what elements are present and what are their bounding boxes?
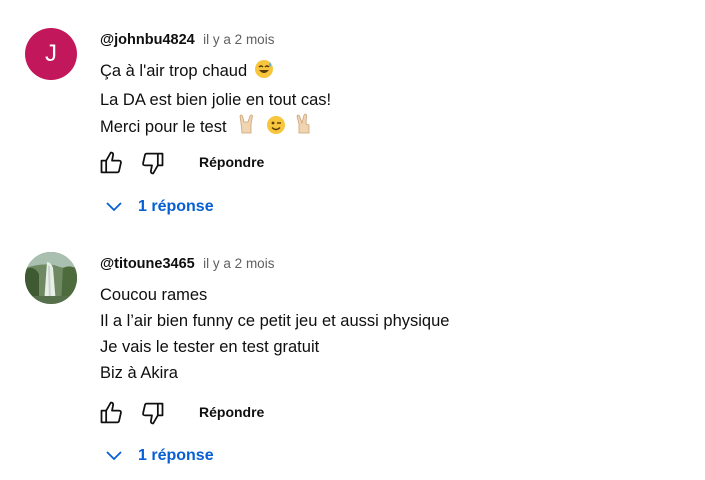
comment: J @johnbu4824 il y a 2 mois Ça à l'air t…	[0, 0, 705, 230]
rock-hand-emoji	[237, 113, 257, 143]
thumbs-up-icon	[100, 401, 122, 424]
chevron-down-icon	[106, 451, 122, 461]
sweat-smile-emoji	[254, 59, 274, 87]
comment-header: @johnbu4824 il y a 2 mois	[100, 31, 274, 49]
waterfall-photo	[25, 252, 77, 304]
reply-button[interactable]: Répondre	[199, 154, 264, 170]
replies-count: 1 réponse	[138, 198, 214, 215]
thumbs-up-icon	[100, 151, 122, 174]
replies-count: 1 réponse	[138, 447, 214, 464]
thumbs-down-icon	[142, 402, 164, 425]
dislike-button[interactable]	[138, 399, 166, 427]
timestamp[interactable]: il y a 2 mois	[203, 32, 274, 47]
chevron-down-icon	[106, 202, 122, 212]
thumbs-down-icon	[142, 152, 164, 175]
comment-line: Il a l’air bien funny ce petit jeu et au…	[100, 312, 450, 330]
timestamp[interactable]: il y a 2 mois	[203, 256, 274, 271]
comment: @titoune3465 il y a 2 mois Coucou rames …	[0, 230, 705, 480]
comment-text: Ça à l'air trop chaud La DA est bien jol…	[100, 58, 331, 143]
like-button[interactable]	[98, 399, 126, 427]
avatar[interactable]	[25, 252, 77, 304]
author-name[interactable]: @titoune3465	[100, 256, 195, 272]
reply-button[interactable]: Répondre	[199, 404, 264, 420]
comment-line: Coucou rames	[100, 286, 208, 304]
comment-line: Je vais le tester en test gratuit	[100, 338, 320, 356]
author-name[interactable]: @johnbu4824	[100, 32, 195, 48]
comment-text: Coucou rames Il a l’air bien funny ce pe…	[100, 282, 449, 386]
wink-emoji	[266, 115, 286, 143]
comment-line: La DA est bien jolie en tout cas!	[100, 91, 332, 109]
avatar[interactable]: J	[25, 28, 77, 80]
victory-hand-emoji	[294, 113, 314, 143]
comment-line: Merci pour le test	[100, 113, 331, 143]
comment-line: Ça à l'air trop chaud	[100, 58, 331, 87]
dislike-button[interactable]	[138, 149, 166, 177]
like-button[interactable]	[98, 149, 126, 177]
comment-header: @titoune3465 il y a 2 mois	[100, 255, 274, 273]
comment-line: Biz à Akira	[100, 364, 178, 382]
